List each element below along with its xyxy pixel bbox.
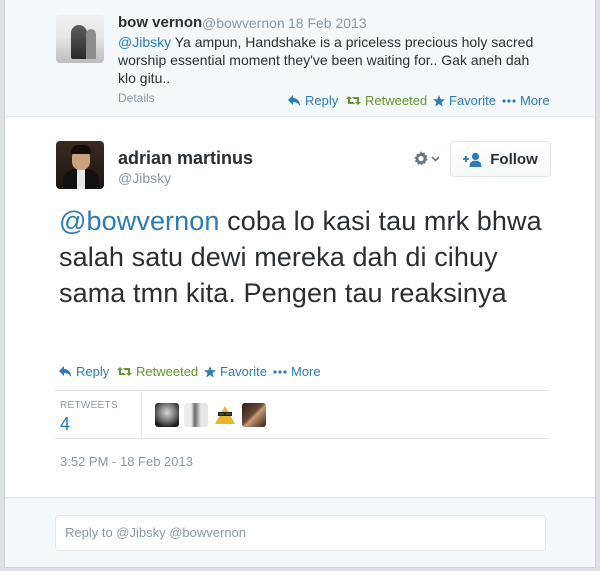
details-link[interactable]: Details [118,91,155,105]
star-icon [204,365,216,377]
more-dots-icon [502,98,516,103]
retweets-label: RETWEETS [60,400,118,411]
parent-tweet-body: Ya ampun, Handshake is a priceless preci… [118,34,534,86]
retweeted-label: Retweeted [365,93,428,108]
reply-input[interactable]: Reply to @Jibsky @bowvernon [55,515,546,551]
retweets-count[interactable]: 4 [60,414,70,435]
more-label: More [520,93,550,108]
retweeted-label: Retweeted [136,364,199,379]
tweet-timestamp[interactable]: 3:52 PM - 18 Feb 2013 [60,454,193,469]
more-dots-icon [273,369,287,374]
parent-author-handle[interactable]: @bowvernon [202,15,285,31]
avatar-figure [71,25,87,59]
retweeter-avatar[interactable] [213,403,237,427]
follow-label: Follow [490,150,538,168]
reply-icon [59,366,71,377]
author-name[interactable]: adrian martinus [118,148,253,169]
user-actions-dropdown[interactable] [413,149,445,169]
more-label: More [291,364,321,379]
avatar[interactable] [56,141,104,189]
follow-button[interactable]: Follow [450,141,551,177]
reply-icon [288,95,300,106]
author-handle[interactable]: @Jibsky [118,170,171,186]
reply-area: Reply to @Jibsky @bowvernon [5,497,595,567]
illuminati-logo-icon [215,406,235,424]
divider [55,438,550,439]
avatar-figure-secondary [86,29,96,59]
chevron-down-icon [431,156,440,162]
mention-link[interactable]: @bowvernon [59,206,220,236]
reply-button[interactable]: Reply [59,364,109,379]
stats-divider [141,391,142,438]
favorite-label: Favorite [220,364,267,379]
retweet-icon [346,96,361,105]
more-button[interactable]: More [273,364,321,379]
tweet-text: @bowvernon coba lo kasi tau mrk bhwa sal… [59,203,559,311]
retweeted-button[interactable]: Retweeted [117,364,198,379]
favorite-button[interactable]: Favorite [433,93,496,108]
avatar[interactable] [56,15,104,63]
reply-label: Reply [76,364,110,379]
mention-link[interactable]: @Jibsky [118,34,171,50]
avatar-shirt [77,169,85,189]
parent-author-name[interactable]: bow vernon [118,14,202,31]
star-icon [433,94,445,106]
retweeter-avatar[interactable] [155,403,179,427]
add-user-icon [463,152,482,167]
separator-dot: · [277,15,282,31]
tweet-permalink-frame: bow vernon @bowvernon · 18 Feb 2013 @Jib… [4,0,596,568]
more-button[interactable]: More [502,93,550,108]
retweet-icon [117,367,132,376]
parent-tweet-date[interactable]: 18 Feb 2013 [288,15,367,31]
retweeted-button[interactable]: Retweeted [346,93,427,108]
parent-tweet-text: @Jibsky Ya ampun, Handshake is a pricele… [118,33,548,87]
gear-icon [414,151,428,166]
avatar-hair [71,145,91,154]
favorite-label: Favorite [449,93,496,108]
retweeter-avatar[interactable] [242,403,266,427]
divider [55,390,550,391]
favorite-button[interactable]: Favorite [204,364,267,379]
parent-tweet[interactable]: bow vernon @bowvernon · 18 Feb 2013 @Jib… [5,0,595,117]
reply-label: Reply [305,93,339,108]
reply-button[interactable]: Reply [288,93,338,108]
retweeter-avatar[interactable] [184,403,208,427]
